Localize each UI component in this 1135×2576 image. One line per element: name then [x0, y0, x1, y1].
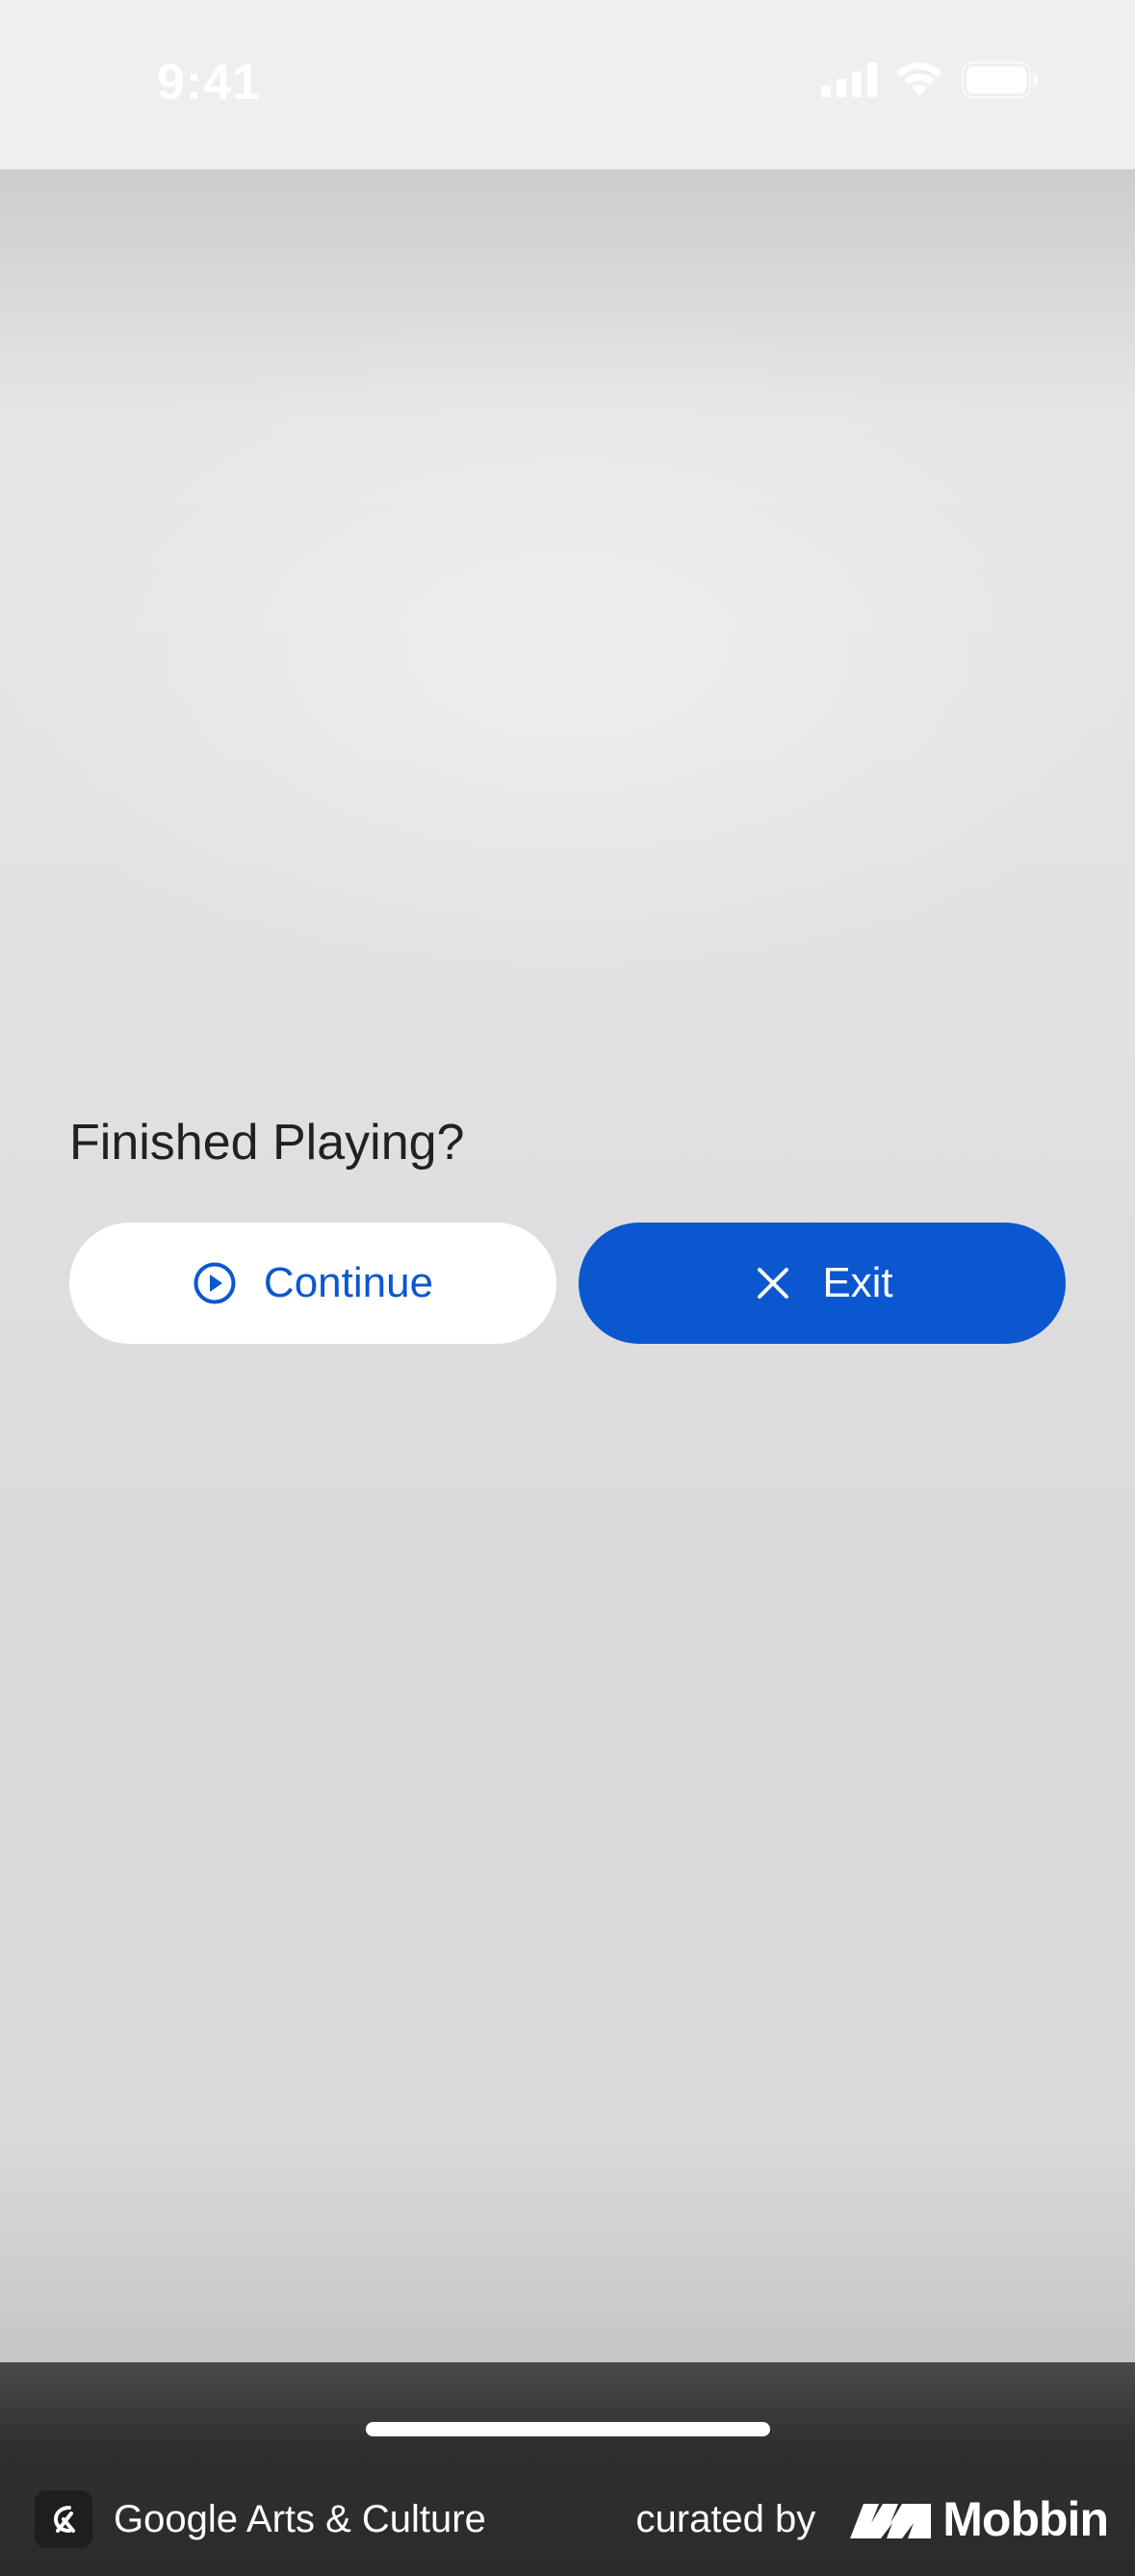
- status-bar: 9:41: [0, 0, 1135, 169]
- curated-by-label: curated by: [635, 2497, 816, 2540]
- continue-label: Continue: [263, 1259, 434, 1306]
- wifi-icon: [896, 63, 942, 96]
- curator-name: Mobbin: [942, 2492, 1109, 2546]
- mobbin-mark-icon: [850, 2504, 932, 2538]
- finished-playing-title: Finished Playing?: [69, 1115, 465, 1171]
- arts-culture-logo-icon: [35, 2490, 92, 2548]
- continue-button[interactable]: Continue: [69, 1223, 556, 1344]
- exit-label: Exit: [822, 1259, 893, 1306]
- play-circle-icon: [193, 1261, 237, 1305]
- status-time: 9:41: [157, 55, 262, 111]
- app-name: Google Arts & Culture: [114, 2497, 486, 2540]
- signal-icon: [821, 63, 877, 97]
- home-indicator[interactable]: [366, 2422, 770, 2436]
- mobbin-logo: Mobbin: [850, 2491, 1109, 2547]
- exit-button[interactable]: Exit: [579, 1223, 1066, 1344]
- curated-by: curated by Mobbin: [636, 2491, 1109, 2547]
- close-icon: [751, 1261, 795, 1305]
- battery-icon: [962, 62, 1038, 98]
- app-brand: Google Arts & Culture: [35, 2490, 486, 2548]
- status-icons: [821, 62, 1039, 98]
